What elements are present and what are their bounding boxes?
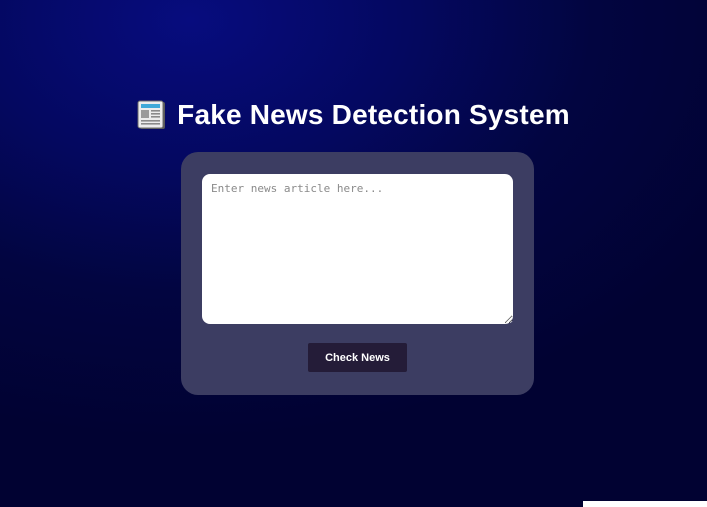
page-header: Fake News Detection System <box>0 95 707 135</box>
page-corner-strip <box>583 501 707 507</box>
check-news-button[interactable]: Check News <box>308 343 407 372</box>
newspaper-icon <box>137 100 167 130</box>
page-title: Fake News Detection System <box>177 99 570 130</box>
news-check-card: Check News <box>181 152 534 395</box>
news-article-input[interactable] <box>202 174 513 324</box>
